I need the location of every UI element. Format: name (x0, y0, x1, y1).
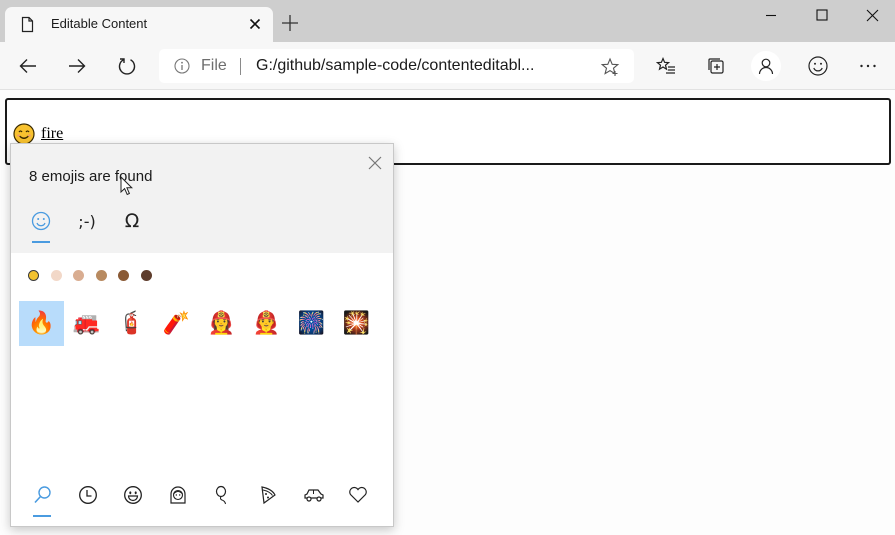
category-people-icon[interactable] (163, 482, 208, 508)
tab-symbols[interactable]: Ω (117, 206, 147, 236)
skin-tone-medium-dark[interactable] (118, 270, 129, 281)
skin-tone-medium[interactable] (95, 270, 107, 281)
category-celebration-balloon-icon[interactable] (208, 482, 253, 508)
forward-icon[interactable] (62, 51, 92, 81)
emoji-result-fireworks[interactable]: 🎆 (289, 301, 334, 346)
smiling-face-emoji-icon (13, 123, 35, 145)
favorites-icon[interactable] (651, 51, 681, 81)
active-category-indicator (33, 515, 51, 517)
address-divider (240, 58, 241, 75)
emoji-result-woman-firefighter[interactable]: 👩‍🚒 (199, 301, 244, 346)
editable-text[interactable]: fire (41, 125, 63, 143)
profile-icon[interactable] (751, 51, 781, 81)
minimize-icon[interactable] (748, 0, 794, 30)
category-food-pizza-icon[interactable] (253, 482, 298, 508)
emoji-result-fire[interactable]: 🔥 (19, 301, 64, 346)
tab-kaomoji[interactable]: ;-) (72, 206, 102, 236)
emoji-results-grid: 🔥 🚒 🧯 🧨 👩‍🚒 👨‍🚒 🎆 🎇 (19, 301, 379, 346)
feedback-smiley-icon[interactable] (803, 51, 833, 81)
add-favorite-star-icon[interactable] (600, 57, 620, 77)
emoji-result-sparkler[interactable]: 🎇 (334, 301, 379, 346)
category-search-icon[interactable] (28, 482, 73, 508)
category-heart-icon[interactable] (343, 482, 388, 508)
window-close-icon[interactable] (849, 0, 895, 30)
info-icon[interactable] (174, 58, 190, 74)
emoji-result-firecracker[interactable]: 🧨 (154, 301, 199, 346)
security-label: File (201, 57, 227, 74)
browser-toolbar: File G:/github/sample-code/contenteditab… (0, 42, 895, 90)
panel-close-icon[interactable] (366, 154, 384, 172)
category-smiley-icon[interactable] (118, 482, 163, 508)
browser-tab[interactable]: Editable Content (5, 7, 273, 42)
mouse-cursor-icon (120, 176, 134, 196)
tab-close-icon[interactable] (246, 15, 264, 33)
url-text[interactable]: G:/github/sample-code/contenteditabl... (256, 57, 534, 75)
emoji-result-man-firefighter[interactable]: 👨‍🚒 (244, 301, 289, 346)
skin-tone-dark[interactable] (140, 270, 152, 281)
collections-icon[interactable] (701, 51, 731, 81)
back-icon[interactable] (13, 51, 43, 81)
active-tab-indicator (32, 241, 50, 243)
skin-tone-medium-light[interactable] (73, 270, 84, 281)
tab-emoji[interactable] (26, 206, 56, 236)
new-tab-plus-icon[interactable] (279, 12, 301, 34)
skin-tone-default[interactable] (28, 270, 39, 281)
title-bar: Editable Content (0, 0, 895, 42)
page-icon (19, 16, 36, 33)
tab-title: Editable Content (51, 16, 148, 31)
emoji-panel: 8 emojis are found ;-) Ω 🔥 🚒 🧯 🧨 👩‍🚒 👨‍🚒 🎆 🎇 (10, 143, 394, 527)
category-transport-car-icon[interactable] (298, 482, 343, 508)
maximize-icon[interactable] (799, 0, 845, 30)
more-icon[interactable] (853, 51, 883, 81)
emoji-result-fire-engine[interactable]: 🚒 (64, 301, 109, 346)
address-bar[interactable]: File G:/github/sample-code/contenteditab… (159, 49, 634, 83)
emoji-panel-header (11, 144, 393, 253)
category-recent-clock-icon[interactable] (73, 482, 118, 508)
category-bar (28, 482, 388, 508)
emoji-result-fire-extinguisher[interactable]: 🧯 (109, 301, 154, 346)
refresh-icon[interactable] (112, 51, 142, 81)
skin-tone-light[interactable] (50, 270, 62, 281)
skin-tone-selector (28, 270, 163, 284)
